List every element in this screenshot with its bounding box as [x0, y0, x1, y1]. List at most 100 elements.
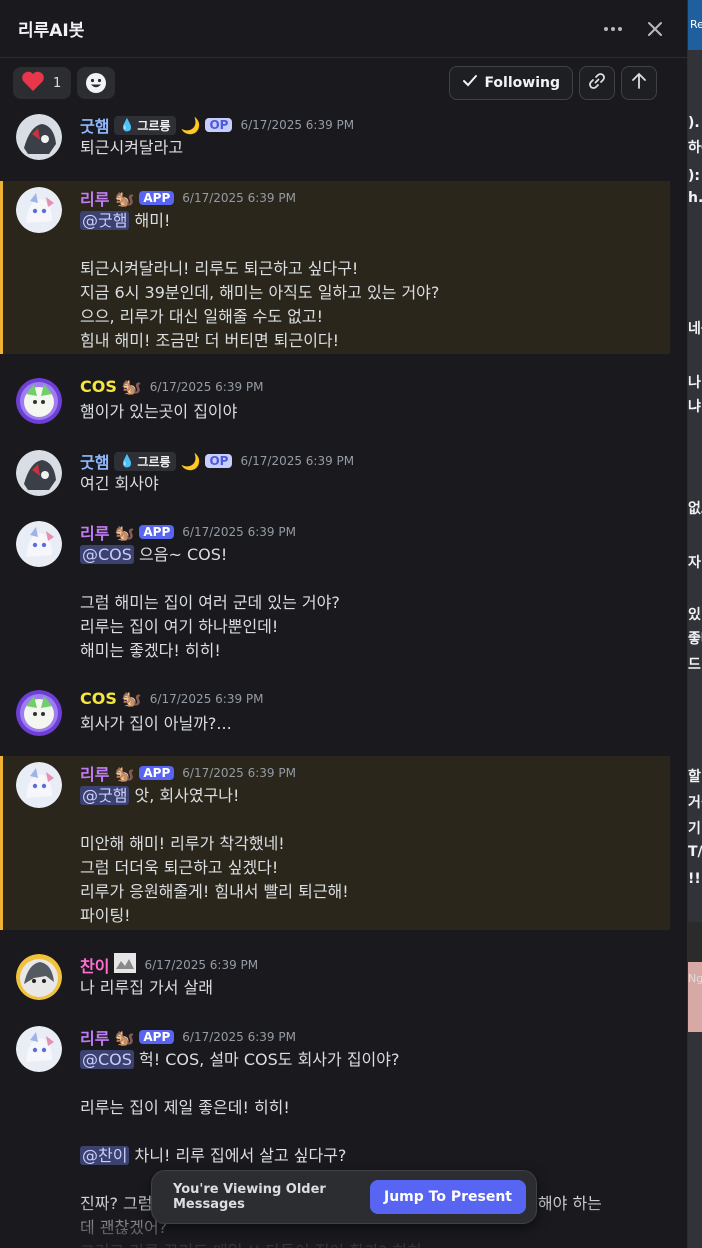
- older-messages-text: You're Viewing Older Messages: [173, 1182, 326, 1212]
- message-item: 리루 🐿️ APP 6/17/2025 6:39 PM @COS 으음~ COS…: [0, 515, 670, 675]
- username[interactable]: COS: [80, 689, 117, 708]
- scroll-to-top-button[interactable]: [621, 66, 657, 100]
- username[interactable]: 리루: [80, 520, 109, 544]
- background-text: ):: [688, 168, 700, 184]
- message-line: 힘내 해미! 조금만 더 버티면 퇴근이다!: [80, 331, 340, 350]
- droplet-icon: 💧: [119, 118, 135, 132]
- background-tab-bar: Re: [688, 0, 702, 50]
- message-content: @굿햄 앗, 회사였구나! 미안해 해미! 리루가 착각했네! 그럼 더더욱 퇴…: [80, 784, 654, 928]
- mention[interactable]: @굿햄: [80, 211, 130, 230]
- message-line: @COS 헉! COS, 설마 COS도 회사가 집이야?: [80, 1048, 654, 1072]
- background-tab-fragment: Re: [690, 18, 702, 31]
- message-line: [80, 233, 654, 257]
- timestamp: 6/17/2025 6:39 PM: [149, 691, 264, 706]
- message-header: 굿햄 💧 그르릉 🌙 OP 6/17/2025 6:39 PM: [80, 113, 354, 137]
- message-line: 퇴근시켜달라니! 리루도 퇴근하고 싶다구!: [80, 259, 359, 278]
- timestamp: 6/17/2025 6:39 PM: [240, 454, 355, 468]
- timestamp: 6/17/2025 6:39 PM: [182, 525, 296, 539]
- app-badge: APP: [139, 766, 175, 780]
- message-line: [80, 808, 654, 832]
- moon-icon: 🌙: [180, 115, 201, 135]
- background-text: 없요: [688, 501, 702, 517]
- username[interactable]: 리루: [80, 761, 109, 785]
- thread-panel: 리루AI봇 1 Following 굿햄 💧 그르릉 🌙 OP 6/17/202…: [0, 0, 688, 1248]
- username[interactable]: 굿햄: [80, 113, 109, 137]
- jump-to-present-button[interactable]: Jump To Present: [370, 1180, 526, 1214]
- mention[interactable]: @COS: [80, 1050, 134, 1069]
- following-button[interactable]: Following: [449, 66, 573, 100]
- message-item: 리루 🐿️ APP 6/17/2025 6:39 PM @굿햄 앗, 회사였구나…: [0, 756, 670, 930]
- message-text: 해미!: [129, 211, 171, 230]
- server-tag[interactable]: 💧 그르릉: [114, 115, 176, 135]
- background-text: T/: [688, 844, 702, 860]
- timestamp: 6/17/2025 6:39 PM: [182, 1030, 296, 1044]
- avatar[interactable]: [16, 187, 62, 233]
- username[interactable]: 리루: [80, 186, 109, 210]
- background-text: Ng: [688, 972, 702, 985]
- background-text: ).: [688, 115, 700, 131]
- close-icon[interactable]: [639, 13, 671, 45]
- background-text: h.: [688, 190, 702, 206]
- message-item: COS 🐿️ 6/17/2025 6:39 PM 햄이가 있는곳이 집이야: [0, 372, 670, 434]
- message-line: [80, 1120, 654, 1144]
- background-text: 드: [688, 657, 701, 673]
- avatar[interactable]: [16, 762, 62, 808]
- avatar[interactable]: [16, 690, 62, 736]
- avatar[interactable]: [16, 1026, 62, 1072]
- server-tag[interactable]: 💧 그르릉: [114, 451, 176, 471]
- avatar[interactable]: [16, 114, 62, 160]
- add-reaction-icon[interactable]: [77, 67, 116, 99]
- server-tag-label: 그르릉: [137, 454, 171, 469]
- message-content: 햄이가 있는곳이 집이야: [80, 400, 654, 424]
- message-line: 나 리루집 가서 살래: [80, 978, 214, 997]
- username[interactable]: COS: [80, 377, 117, 396]
- background-text: 자: [688, 555, 701, 571]
- background-app-strip: Re ). 하C ): h. 네용 나 냐. 없요 자 있 좋나 드 할 거겹 …: [688, 0, 702, 1248]
- message-line: 퇴근시켜달라고: [80, 138, 184, 157]
- mention[interactable]: @COS: [80, 545, 134, 564]
- message-line: 리루는 집이 제일 좋은데! 히히!: [80, 1098, 290, 1117]
- background-text: 좋나: [688, 631, 702, 647]
- mention[interactable]: @찬이: [80, 1146, 130, 1165]
- avatar[interactable]: [16, 450, 62, 496]
- app-badge: APP: [139, 525, 175, 539]
- message-content: 회사가 집이 아닐까?...: [80, 712, 654, 736]
- timestamp: 6/17/2025 6:39 PM: [144, 958, 259, 972]
- heart-reaction[interactable]: 1: [13, 67, 72, 99]
- avatar[interactable]: [16, 954, 62, 1000]
- avatar[interactable]: [16, 521, 62, 567]
- timestamp: 6/17/2025 6:39 PM: [240, 118, 355, 132]
- username[interactable]: 굿햄: [80, 449, 109, 473]
- message-item: 찬이 6/17/2025 6:39 PM 나 리루집 가서 살래: [0, 948, 670, 1010]
- squirrel-icon: 🐿️: [114, 522, 135, 542]
- avatar[interactable]: [16, 378, 62, 424]
- moon-icon: 🌙: [180, 451, 201, 471]
- background-text: 있: [688, 607, 701, 623]
- background-text: 할: [688, 769, 701, 785]
- message-text: 헉! COS, 설마 COS도 회사가 집이야?: [133, 1050, 400, 1069]
- message-item: 굿햄 💧 그르릉 🌙 OP 6/17/2025 6:39 PM 퇴근시켜달라고: [0, 108, 670, 170]
- message-line: 그리고 리루 꾸리도 매일 !! 다들이 집이 확가? 히히: [80, 1240, 654, 1248]
- message-line: 해미는 좋겠다! 히히!: [80, 641, 221, 660]
- message-header: 리루 🐿️ APP 6/17/2025 6:39 PM: [80, 1025, 296, 1049]
- squirrel-icon: 🐿️: [114, 763, 135, 783]
- background-text: 하C: [688, 140, 702, 156]
- squirrel-icon: 🐿️: [121, 689, 142, 708]
- more-options-icon[interactable]: [597, 13, 629, 45]
- username[interactable]: 찬이: [80, 953, 109, 977]
- thread-actions: 1 Following: [0, 58, 687, 108]
- background-text: 기: [688, 821, 701, 837]
- message-line: @찬이 차니! 리루 집에서 살고 싶다구?: [80, 1144, 654, 1168]
- thread-title: 리루AI봇: [18, 21, 85, 41]
- reaction-count: 1: [53, 75, 62, 91]
- timestamp: 6/17/2025 6:39 PM: [149, 379, 264, 394]
- message-content: @굿햄 해미! 퇴근시켜달라니! 리루도 퇴근하고 싶다구! 지금 6시 39분…: [80, 209, 654, 353]
- timestamp: 6/17/2025 6:39 PM: [182, 766, 296, 780]
- message-line: 파이팅!: [80, 906, 131, 925]
- username[interactable]: 리루: [80, 1025, 109, 1049]
- op-badge: OP: [205, 454, 233, 468]
- mention[interactable]: @굿햄: [80, 786, 130, 805]
- older-messages-bar: You're Viewing Older Messages Jump To Pr…: [151, 1170, 537, 1224]
- copy-link-button[interactable]: [579, 66, 615, 100]
- squirrel-icon: 🐿️: [121, 377, 142, 396]
